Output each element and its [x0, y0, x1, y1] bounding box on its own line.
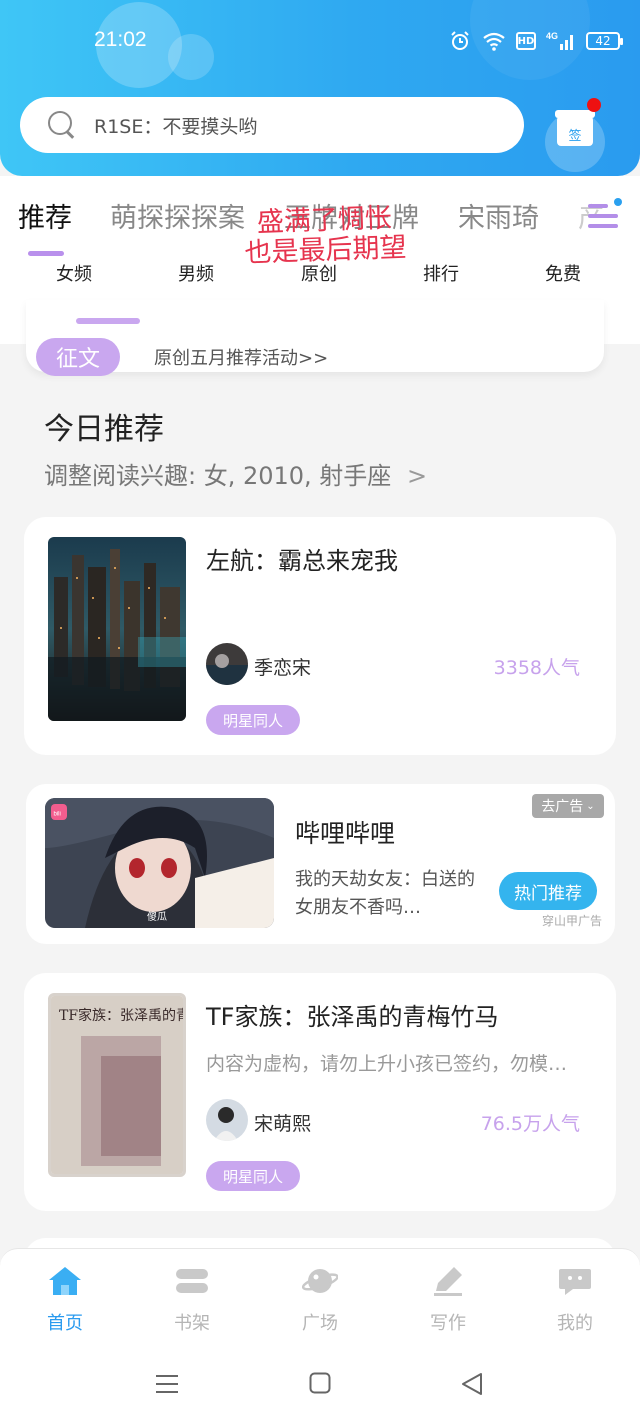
- book-cover[interactable]: [48, 537, 186, 721]
- book-card[interactable]: TF家族：张泽禹的青梅竹马 TF家族：张泽禹的青梅竹马 内容为虚构，请勿上升小孩…: [24, 973, 616, 1211]
- author-avatar[interactable]: [206, 1099, 248, 1141]
- subnav-free[interactable]: 免费: [545, 260, 581, 286]
- search-bar[interactable]: R1SE：不要摸头哟: [20, 97, 524, 153]
- pen-icon: [430, 1265, 466, 1297]
- subnav-male[interactable]: 男频: [178, 260, 214, 286]
- sign-in-gift-button[interactable]: 签: [545, 98, 605, 172]
- author-name: 季恋宋: [254, 657, 312, 679]
- active-tab-indicator: [28, 251, 64, 256]
- nav-profile[interactable]: 我的: [535, 1265, 615, 1335]
- system-navigation-bar: [0, 1344, 640, 1422]
- nav-home[interactable]: 首页: [25, 1265, 105, 1335]
- promo-banner[interactable]: 征文 原创五月推荐活动>>: [26, 300, 604, 376]
- clock: 21:02: [94, 28, 147, 51]
- nav-write[interactable]: 写作: [408, 1265, 488, 1335]
- gift-icon: 签: [555, 110, 595, 146]
- status-bar: 21:02 HD 4G 42: [0, 0, 640, 84]
- svg-text:4G: 4G: [546, 31, 558, 41]
- notification-dot: [587, 98, 601, 112]
- bookshelf-icon: [174, 1265, 210, 1297]
- chevron-down-icon: ⌄: [586, 800, 595, 812]
- signal-icon: 4G: [546, 30, 576, 52]
- ad-card[interactable]: bili 傻瓜 哔哩哔哩 我的天劫女友：白送的女朋友不香吗… 热门推荐 去广告 ⌄…: [26, 784, 615, 944]
- chat-icon: [557, 1265, 593, 1297]
- bottom-navigation: 首页 书架 广场 写作 我的: [0, 1248, 640, 1344]
- home-icon: [47, 1265, 83, 1297]
- genre-tag[interactable]: 明星同人: [206, 705, 300, 735]
- subnav-female[interactable]: 女频: [56, 260, 92, 286]
- promo-badge: 征文: [36, 338, 120, 376]
- book-cover[interactable]: TF家族：张泽禹的青梅竹马: [48, 993, 186, 1177]
- ad-app-logo: bili: [54, 812, 61, 818]
- wifi-icon: [482, 30, 506, 52]
- interest-settings-link[interactable]: 调整阅读兴趣: 女, 2010, 射手座 >: [44, 456, 427, 491]
- genre-tag[interactable]: 明星同人: [206, 1161, 300, 1191]
- alarm-icon: [448, 30, 472, 52]
- nav-plaza[interactable]: 广场: [280, 1265, 360, 1335]
- planet-icon: [301, 1265, 339, 1297]
- chevron-right-icon: >: [406, 462, 428, 490]
- subnav-ranking[interactable]: 排行: [423, 260, 459, 286]
- ad-source-label: 穿山甲广告: [542, 914, 603, 928]
- nav-bookshelf[interactable]: 书架: [152, 1265, 232, 1335]
- header: 21:02 HD 4G 42 R1SE：不要摸头哟 签: [0, 0, 640, 176]
- tab-recommend[interactable]: 推荐: [18, 196, 72, 235]
- book-title[interactable]: TF家族：张泽禹的青梅竹马: [206, 997, 498, 1032]
- promo-text[interactable]: 原创五月推荐活动>>: [154, 344, 328, 370]
- ad-description: 我的天劫女友：白送的女朋友不香吗…: [295, 869, 475, 918]
- author-name: 宋萌熙: [254, 1113, 312, 1135]
- search-icon: [48, 111, 76, 139]
- tab-songyuqi[interactable]: 宋雨琦: [458, 196, 539, 235]
- search-placeholder: R1SE：不要摸头哟: [94, 115, 258, 138]
- popularity-count: 3358人气: [493, 657, 580, 679]
- book-card[interactable]: 左航：霸总来宠我 季恋宋 3358人气 明星同人: [24, 517, 616, 755]
- overlay-handwritten-text: 盛满了惆怅 也是最后期望: [244, 202, 407, 269]
- ad-image[interactable]: bili 傻瓜: [45, 798, 274, 928]
- ad-title[interactable]: 哔哩哔哩: [295, 814, 395, 850]
- category-menu-icon[interactable]: [588, 198, 622, 234]
- book-title[interactable]: 左航：霸总来宠我: [206, 541, 398, 576]
- remove-ad-button[interactable]: 去广告 ⌄: [532, 794, 604, 818]
- popularity-count: 76.5万人气: [480, 1113, 580, 1135]
- battery-icon: 42: [586, 32, 623, 50]
- home-square-icon[interactable]: [309, 1372, 331, 1398]
- menu-icon[interactable]: [155, 1372, 179, 1400]
- author-avatar[interactable]: [206, 643, 248, 685]
- hd-icon: HD: [516, 32, 536, 50]
- svg-text:TF家族：张泽禹的青梅竹马: TF家族：张泽禹的青梅竹马: [59, 1007, 183, 1024]
- ad-cta-button[interactable]: 热门推荐: [499, 872, 597, 910]
- back-icon[interactable]: [460, 1372, 484, 1400]
- ad-image-caption: 傻瓜: [147, 911, 167, 923]
- section-title: 今日推荐: [44, 412, 164, 447]
- book-description: 内容为虚构，请勿上升小孩已签约，勿模…: [206, 1053, 568, 1075]
